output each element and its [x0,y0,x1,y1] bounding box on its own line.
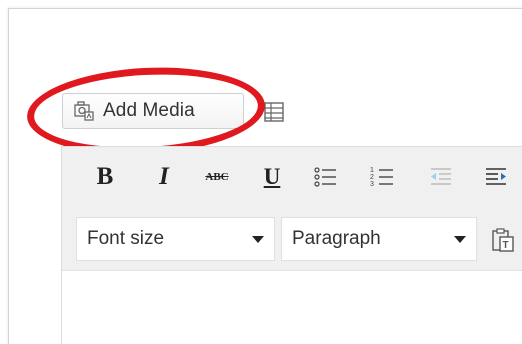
strikethrough-button[interactable]: ABC [202,163,232,191]
editor-content-area[interactable] [61,270,522,344]
bullet-list-icon[interactable] [312,164,338,190]
svg-text:1: 1 [370,167,374,174]
editor-toolbar: B I ABC U 1 2 3 Font size Paragraph T [61,146,522,271]
bold-button[interactable]: B [92,163,118,191]
indent-icon[interactable] [483,164,509,190]
paragraph-value: Paragraph [292,228,381,249]
chevron-down-icon [252,235,264,243]
font-size-select[interactable]: Font size [76,217,275,261]
italic-button[interactable]: I [153,163,175,191]
media-camera-icon [73,100,95,122]
outdent-icon[interactable] [428,164,454,190]
svg-text:2: 2 [370,174,374,181]
add-media-button[interactable]: Add Media [62,93,244,129]
underline-button[interactable]: U [261,163,283,191]
numbered-list-icon[interactable]: 1 2 3 [369,164,395,190]
paragraph-select[interactable]: Paragraph [281,217,477,261]
editor-screenshot: Add Media B I ABC U 1 2 3 Font size Para… [0,0,522,344]
add-media-label: Add Media [103,100,195,121]
svg-text:T: T [503,240,509,251]
svg-text:3: 3 [370,181,374,188]
chevron-down-icon [454,235,466,243]
form-icon[interactable] [262,100,286,124]
paste-text-icon[interactable]: T [490,227,516,253]
font-size-value: Font size [87,228,165,249]
